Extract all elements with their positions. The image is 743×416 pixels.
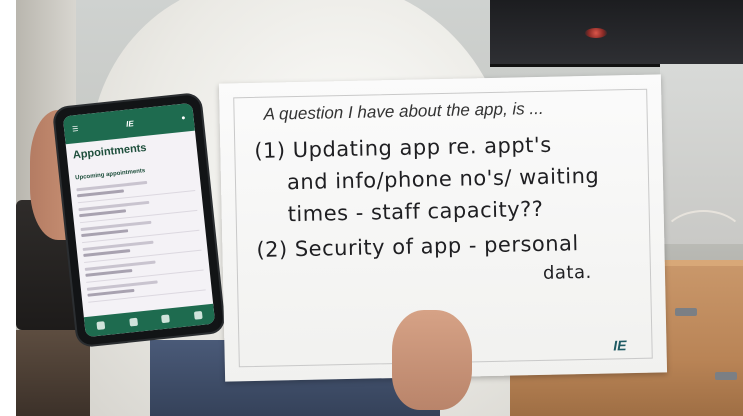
nav-calendar-icon [129,317,138,327]
nav-more-icon [193,310,203,320]
phone-screen: ☰ IE ● Appointments Upcoming appointment… [62,102,216,338]
user-icon: ● [180,114,186,122]
sign-logo: IE [613,337,627,354]
cabinet-handle [715,372,737,380]
nav-home-icon [96,321,106,330]
red-light [585,28,607,38]
wall-television [490,0,743,67]
nav-messages-icon [161,314,171,324]
photo-scene: ☰ IE ● Appointments Upcoming appointment… [0,0,743,416]
left-border [0,0,16,416]
smartphone: ☰ IE ● Appointments Upcoming appointment… [53,94,225,346]
handwritten-line: data. [542,261,592,284]
app-logo: IE [125,118,135,129]
cabinet-handle [675,308,697,316]
menu-icon: ☰ [71,125,79,134]
right-hand [392,310,472,410]
